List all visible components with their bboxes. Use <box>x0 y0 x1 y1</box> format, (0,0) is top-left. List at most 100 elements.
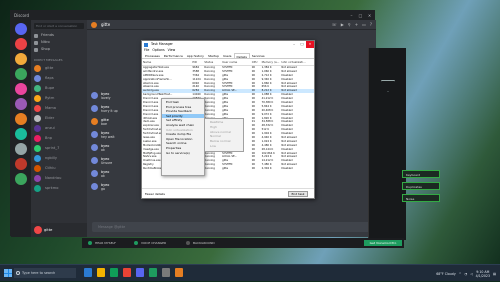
column-header[interactable]: CPU <box>251 59 261 65</box>
server-icon[interactable] <box>15 128 27 140</box>
column-header[interactable]: UAC virtualizati... <box>280 59 314 65</box>
tab-processes[interactable]: Processes <box>143 53 162 58</box>
dm-item[interactable]: sprkmo <box>31 183 87 193</box>
task-manager-footer: Fewer details End task <box>142 188 314 198</box>
tab-performance[interactable]: Performance <box>162 53 185 58</box>
server-icon[interactable] <box>15 68 27 80</box>
dm-item[interactable]: Nandriau <box>31 173 87 183</box>
get-pro-button[interactable]: Get Voicemod Pro <box>364 240 402 246</box>
app-icon[interactable] <box>175 268 183 277</box>
avatar[interactable] <box>34 226 42 234</box>
close-icon[interactable]: ✕ <box>306 41 314 48</box>
dm-item[interactable]: sprint_7 <box>31 143 87 153</box>
add-friend-icon[interactable]: + <box>355 20 358 30</box>
chat-header: gitte ☏ ▶ ⚲ + ▭ ? <box>87 20 376 30</box>
hear-myself-label: HEAR MYSELF <box>95 241 116 245</box>
maximize-icon[interactable]: □ <box>298 41 306 48</box>
column-header[interactable]: Status <box>203 59 221 65</box>
dm-item[interactable]: anzui <box>31 123 87 133</box>
voice-changer-toggle[interactable] <box>134 241 138 245</box>
inbox-icon[interactable]: ▭ <box>362 20 366 30</box>
avatar <box>34 114 41 122</box>
tab-users[interactable]: Users <box>221 53 233 58</box>
voicemod-panel <box>368 48 406 240</box>
discord-app-icon[interactable] <box>136 268 144 277</box>
dm-item[interactable]: ngbilly <box>31 153 87 163</box>
dm-item[interactable]: Ctlhiu <box>31 163 87 173</box>
dm-item[interactable]: Bnp <box>31 133 87 143</box>
server-icon[interactable] <box>15 53 27 65</box>
server-icon[interactable] <box>15 38 27 50</box>
friends-icon <box>34 33 38 38</box>
add-server-icon[interactable] <box>15 173 27 185</box>
taskbar-apps <box>84 268 183 277</box>
table-cell: 00 <box>251 167 256 171</box>
pin-icon[interactable]: ⚲ <box>348 20 351 30</box>
column-header[interactable]: PID <box>191 59 203 65</box>
windows-start-icon[interactable] <box>4 269 12 277</box>
priority-menu-item[interactable]: Low <box>205 144 243 149</box>
tab-app-history[interactable]: App history <box>185 53 206 58</box>
task-manager-icon <box>144 42 148 47</box>
help-icon[interactable]: ? <box>370 20 372 30</box>
tab-details[interactable]: Details <box>233 53 250 59</box>
dm-item[interactable]: Elder <box>31 113 87 123</box>
file-explorer-icon[interactable] <box>97 268 105 277</box>
context-menu-item[interactable]: Go to service(s) <box>162 151 204 156</box>
close-icon[interactable]: ✕ <box>365 11 374 20</box>
tab-services[interactable]: Services <box>250 53 267 58</box>
dm-item[interactable]: Bupe <box>31 83 87 93</box>
task-manager-app-icon[interactable] <box>162 268 170 277</box>
column-header[interactable]: Memory (a... <box>261 59 281 65</box>
nav-friends[interactable]: Friends <box>31 32 87 39</box>
maximize-icon[interactable]: □ <box>356 11 365 20</box>
nav-nitro[interactable]: Nitro <box>31 39 87 46</box>
fewer-details-link[interactable]: Fewer details <box>145 192 165 196</box>
store-icon[interactable] <box>123 268 131 277</box>
chevron-up-icon[interactable]: ^ <box>459 272 462 276</box>
server-icon[interactable] <box>15 83 27 95</box>
context-menu: End task End process tree Provide feedback… <box>161 98 205 176</box>
volume-icon[interactable]: ◁ <box>470 272 472 276</box>
voicemod-bottom-bar: HEAR MYSELF VOICE CHANGER BACKGROUND Get… <box>82 238 404 248</box>
table-cell: Disabled <box>281 167 293 171</box>
duplicates-button[interactable]: Duplicates <box>402 182 440 190</box>
call-icon[interactable]: ☏ <box>332 20 337 30</box>
network-icon[interactable]: ◔ <box>464 272 467 276</box>
server-icon[interactable] <box>15 158 27 170</box>
avatar <box>34 154 41 162</box>
taskbar-search[interactable]: Type here to search <box>14 268 76 278</box>
home-icon[interactable] <box>15 23 27 35</box>
column-header[interactable]: User name <box>221 59 251 65</box>
clock[interactable]: 9:10 AM 4/1/2023 <box>476 270 490 278</box>
server-icon[interactable] <box>15 113 27 125</box>
server-icon[interactable] <box>15 143 27 155</box>
server-icon[interactable] <box>15 98 27 110</box>
nav-shop[interactable]: Shop <box>31 46 87 53</box>
keyboard-button[interactable]: Keyboard <box>402 170 440 178</box>
conversation-search[interactable]: Find or start a conversation <box>34 23 84 29</box>
weather-widget[interactable]: 68°F Cloudy <box>436 272 456 276</box>
column-header[interactable]: Name <box>142 59 191 65</box>
hear-myself-toggle[interactable] <box>88 241 92 245</box>
dm-item[interactable]: Rytm <box>31 93 87 103</box>
minimize-icon[interactable]: – <box>347 11 356 20</box>
notification-icon[interactable]: ▤ <box>493 272 496 276</box>
minimize-icon[interactable]: – <box>290 41 298 48</box>
task-manager-title: Task Manager <box>151 42 173 46</box>
end-task-button[interactable]: End task <box>288 191 308 197</box>
dm-item[interactable]: Mama <box>31 103 87 113</box>
video-icon[interactable]: ▶ <box>341 20 344 30</box>
table-header: Name PID Status User name CPU Memory (a.… <box>142 59 314 66</box>
message-input[interactable]: Message @gitte <box>92 222 371 232</box>
voicemod-side-controls: Keyboard Duplicates Noise <box>402 170 440 230</box>
tab-startup[interactable]: Startup <box>206 53 221 58</box>
background-toggle[interactable] <box>186 241 190 245</box>
noise-button[interactable]: Noise <box>402 194 440 202</box>
task-view-icon[interactable] <box>84 268 92 277</box>
search-icon <box>16 270 20 275</box>
dm-item[interactable]: gitte <box>31 63 87 73</box>
voicemod-app-icon[interactable] <box>149 268 157 277</box>
dm-item[interactable]: flaps <box>31 73 87 83</box>
edge-icon[interactable] <box>110 268 118 277</box>
